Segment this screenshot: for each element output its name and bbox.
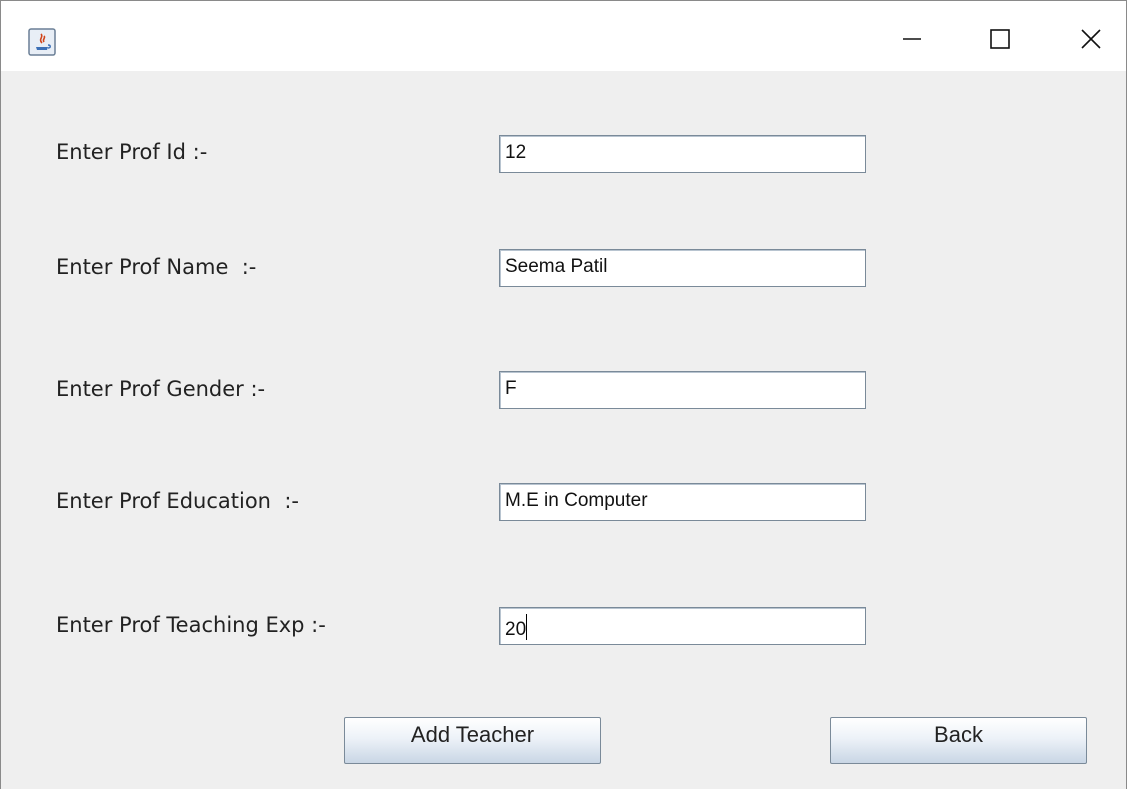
java-app-icon[interactable] (28, 28, 56, 56)
maximize-button[interactable] (977, 19, 1023, 59)
prof-id-label: Enter Prof Id :- (56, 140, 208, 164)
add-teacher-button[interactable]: Add Teacher (344, 717, 601, 764)
prof-name-field[interactable]: Seema Patil (499, 249, 866, 287)
prof-name-label: Enter Prof Name :- (56, 255, 257, 279)
maximize-icon (990, 29, 1010, 49)
app-window: Enter Prof Id :- 12 Enter Prof Name :- S… (0, 0, 1127, 789)
prof-teaching-exp-field[interactable]: 20 (499, 607, 866, 645)
minimize-button[interactable] (889, 19, 935, 59)
close-icon (1081, 29, 1101, 49)
minimize-icon (903, 38, 921, 40)
close-button[interactable] (1068, 19, 1114, 59)
prof-gender-field[interactable]: F (499, 371, 866, 409)
prof-teaching-exp-value: 20 (505, 619, 527, 640)
back-button[interactable]: Back (830, 717, 1087, 764)
prof-id-field[interactable]: 12 (499, 135, 866, 173)
prof-gender-label: Enter Prof Gender :- (56, 377, 266, 401)
prof-education-label: Enter Prof Education :- (56, 489, 299, 513)
text-caret (526, 614, 528, 640)
prof-teaching-exp-label: Enter Prof Teaching Exp :- (56, 613, 326, 637)
title-bar[interactable] (1, 1, 1126, 71)
prof-education-field[interactable]: M.E in Computer (499, 483, 866, 521)
